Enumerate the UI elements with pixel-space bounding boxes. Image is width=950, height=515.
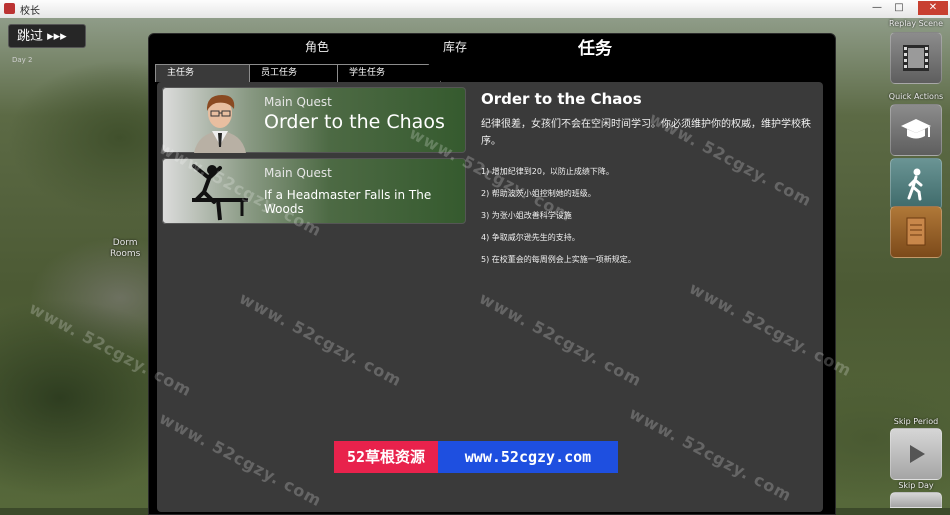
sub-tab-student-label: 学生任务 [349, 68, 386, 78]
skip-day-label: Skip Day [898, 481, 934, 490]
walk-action-button[interactable] [890, 158, 942, 210]
tab-tasks[interactable]: 任务 [555, 34, 635, 59]
dorm-label-line1: Dorm [112, 238, 138, 248]
skip-period-button[interactable] [890, 428, 942, 480]
graduation-action-button[interactable] [890, 104, 942, 156]
replay-scene-label: Replay Scene [889, 19, 943, 28]
banner-right: www.52cgzy.com [438, 441, 618, 473]
map-location-dorm-rooms[interactable]: Dorm Rooms [110, 238, 140, 260]
quick-actions-label: Quick Actions [888, 92, 944, 101]
film-icon [903, 45, 929, 71]
tab-character[interactable]: 角色 [287, 38, 347, 55]
quest-objective: 5) 在校董会的每周例会上实施一项新规定。 [481, 255, 636, 264]
sub-tab-staff-label: 员工任务 [261, 68, 298, 78]
quest-detail-title: Order to the Chaos [481, 90, 642, 108]
quest-objective: 4) 争取威尔逊先生的支持。 [481, 233, 580, 242]
maximize-button[interactable]: □ [888, 1, 910, 15]
close-button[interactable]: ✕ [918, 1, 948, 15]
app-icon [4, 3, 15, 14]
sub-tab-main-label: 主任务 [167, 68, 195, 78]
sub-tab-bar: 主任务 员工任务 学生任务 [155, 64, 455, 82]
sub-tab-student[interactable]: 学生任务 [337, 64, 441, 82]
quest-type: Main Quest [264, 95, 332, 109]
day-label: Day 2 [12, 56, 33, 64]
window-title: 校长 [20, 6, 40, 17]
skip-button[interactable]: 跳过 ▸▸▸ [8, 24, 86, 48]
notepad-icon [906, 217, 926, 246]
skip-period-label: Skip Period [893, 417, 939, 426]
replay-scene-button[interactable] [890, 32, 942, 84]
skip-day-button[interactable] [890, 492, 942, 508]
minimize-button[interactable]: — [866, 1, 888, 15]
walking-person-icon [907, 168, 923, 201]
graduation-cap-icon [901, 119, 931, 139]
banner-left: 52草根资源 [334, 441, 438, 473]
quest-type: Main Quest [264, 166, 332, 180]
play-icon [910, 445, 925, 463]
dorm-label-line2: Rooms [110, 249, 141, 259]
notes-action-button[interactable] [890, 206, 942, 258]
window-titlebar: 校长 — □ ✕ [0, 0, 950, 19]
portrait-icon [194, 95, 246, 153]
tab-inventory[interactable]: 库存 [425, 38, 485, 55]
